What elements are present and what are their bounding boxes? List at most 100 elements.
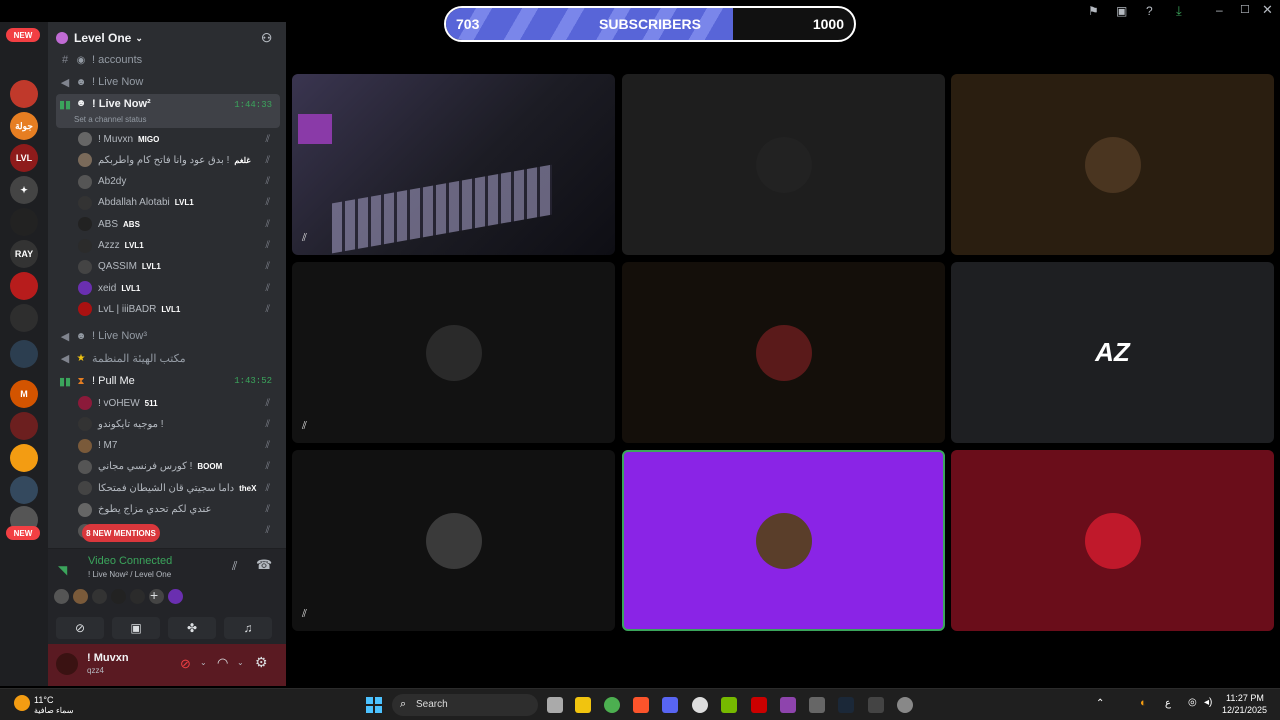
- server-icon[interactable]: M: [10, 380, 38, 408]
- server-icon[interactable]: [10, 412, 38, 440]
- app-icon[interactable]: [780, 697, 796, 713]
- server-icon[interactable]: جولة: [10, 112, 38, 140]
- maximize-icon[interactable]: ☐: [1240, 3, 1250, 16]
- search-input[interactable]: ⌕ Search: [392, 694, 538, 716]
- clock-time[interactable]: 11:27 PM: [1226, 693, 1264, 703]
- discord-icon[interactable]: [662, 697, 678, 713]
- participant-avatar[interactable]: [111, 589, 126, 604]
- chevron-down-icon[interactable]: ⌄: [200, 658, 207, 667]
- steam-icon[interactable]: [838, 697, 854, 713]
- network-icon[interactable]: ◎: [1188, 697, 1197, 708]
- channel-live-now-2[interactable]: ▮▮ ☻ ! Live Now² 1:44:33 Set a channel s…: [56, 94, 280, 128]
- task-view-icon[interactable]: [547, 697, 563, 713]
- voice-user[interactable]: موجيه تايكوندو ! ⫽: [78, 414, 278, 434]
- server-icon[interactable]: LVL: [10, 144, 38, 172]
- video-tile[interactable]: [622, 74, 945, 255]
- username[interactable]: ! Muvxn: [87, 652, 129, 664]
- video-tile[interactable]: [622, 262, 945, 443]
- channel-status-hint[interactable]: Set a channel status: [74, 115, 147, 124]
- video-tile[interactable]: [951, 450, 1274, 631]
- participant-avatar[interactable]: [130, 589, 145, 604]
- weather-icon[interactable]: [14, 695, 30, 711]
- video-tile[interactable]: AZ: [951, 262, 1274, 443]
- video-tile[interactable]: [951, 74, 1274, 255]
- app-icon[interactable]: [897, 697, 913, 713]
- server-icon[interactable]: [10, 208, 38, 236]
- voice-user[interactable]: ! M7 ⫽: [78, 436, 278, 456]
- channel-office[interactable]: ◀ ★ مكتب الهيئة المنظمة: [56, 348, 280, 368]
- server-icon[interactable]: [10, 304, 38, 332]
- voice-location[interactable]: ! Live Now² / Level One: [88, 570, 171, 579]
- gear-icon[interactable]: ⚙: [255, 654, 268, 671]
- help-icon[interactable]: ?: [1146, 4, 1153, 18]
- camera-button[interactable]: ⊘: [56, 617, 104, 639]
- flag-icon[interactable]: ⚑: [1088, 4, 1099, 18]
- video-tile[interactable]: ⫽: [292, 262, 615, 443]
- app-icon[interactable]: [751, 697, 767, 713]
- clock-date[interactable]: 12/21/2025: [1222, 705, 1267, 715]
- voice-user[interactable]: ABS ABS ⫽: [78, 214, 278, 234]
- voice-user[interactable]: QASSIM LVL1 ⫽: [78, 257, 278, 277]
- add-member-icon[interactable]: ⚇: [261, 31, 272, 45]
- server-icon[interactable]: [10, 340, 38, 368]
- voice-user[interactable]: Ab2dy ⫽: [78, 172, 278, 192]
- new-badge[interactable]: NEW: [6, 526, 40, 540]
- voice-user[interactable]: عندي لكم تحدي مزاج يطوخ ⫽: [78, 500, 278, 520]
- participant-avatar[interactable]: [73, 589, 88, 604]
- participant-avatar[interactable]: [92, 589, 107, 604]
- channel-live-now[interactable]: ◀ ☻ ! Live Now: [56, 72, 280, 92]
- voice-user[interactable]: LvL | iiiBADR LVL1 ⫽: [78, 299, 278, 319]
- minimize-icon[interactable]: –: [1216, 3, 1223, 17]
- mic-muted-icon[interactable]: ⊘: [180, 656, 191, 672]
- activities-button[interactable]: ✤: [168, 617, 216, 639]
- server-icon[interactable]: [10, 272, 38, 300]
- video-tile[interactable]: ⫽: [292, 450, 615, 631]
- noise-suppression-icon[interactable]: ⫽: [232, 559, 237, 574]
- soundboard-button[interactable]: ♫: [224, 617, 272, 639]
- app-icon[interactable]: [809, 697, 825, 713]
- server-icon[interactable]: [10, 444, 38, 472]
- video-tile[interactable]: ⫽: [292, 74, 615, 255]
- participant-avatar[interactable]: [54, 589, 69, 604]
- chevron-up-icon[interactable]: ⌃: [1096, 698, 1104, 709]
- channel-live-now-3[interactable]: ◀ ☻ ! Live Now³: [56, 326, 280, 346]
- brave-icon[interactable]: [633, 697, 649, 713]
- voice-user[interactable]: ! vOHEW 511 ⫽: [78, 393, 278, 413]
- server-icon[interactable]: RAY: [10, 240, 38, 268]
- input-language[interactable]: ع: [1165, 698, 1171, 709]
- headphones-icon[interactable]: ◠: [217, 655, 228, 671]
- channel-accounts[interactable]: # ◉ ! accounts: [56, 50, 280, 70]
- windows-start-icon[interactable]: [366, 697, 382, 713]
- nvidia-icon[interactable]: [721, 697, 737, 713]
- server-icon[interactable]: ✦: [10, 176, 38, 204]
- download-icon[interactable]: ⤓: [1176, 3, 1182, 19]
- app-icon[interactable]: [868, 697, 884, 713]
- voice-user[interactable]: Abdallah Alotabi LVL1 ⫽: [78, 193, 278, 213]
- voice-user[interactable]: داما سجيتي قان الشيطان فمتحكا theX ⫽: [78, 478, 278, 498]
- new-badge[interactable]: NEW: [6, 28, 40, 42]
- inbox-icon[interactable]: ▣: [1116, 4, 1127, 18]
- chrome-icon[interactable]: [604, 697, 620, 713]
- channel-pull-me[interactable]: ▮▮ ⧗ ! Pull Me 1:43:52: [56, 371, 280, 391]
- voice-user[interactable]: كورس فرنسي مجاني ! BOOM ⫽: [78, 457, 278, 477]
- obs-icon[interactable]: [692, 697, 708, 713]
- screen-share-button[interactable]: ▣: [112, 617, 160, 639]
- weather-temp[interactable]: 11°C: [34, 695, 53, 705]
- voice-user[interactable]: ! Muvxn MIGO ⫽: [78, 129, 278, 149]
- server-icon[interactable]: [10, 476, 38, 504]
- server-icon[interactable]: [10, 80, 38, 108]
- disconnect-icon[interactable]: ☎: [256, 557, 272, 573]
- avatar[interactable]: [56, 653, 78, 675]
- video-tile[interactable]: [622, 450, 945, 631]
- new-mentions-button[interactable]: 8 NEW MENTIONS: [82, 524, 160, 542]
- volume-icon[interactable]: ◂): [1204, 697, 1212, 708]
- close-icon[interactable]: ✕: [1262, 2, 1273, 18]
- voice-user[interactable]: xeid LVL1 ⫽: [78, 278, 278, 298]
- participant-avatar[interactable]: [168, 589, 183, 604]
- voice-user[interactable]: بدق عود وانا فاتح كام واطربكم ! غلغم ⫽: [78, 150, 278, 170]
- plus-icon[interactable]: +: [150, 587, 158, 603]
- voice-user[interactable]: Azzz LVL1 ⫽: [78, 236, 278, 256]
- file-explorer-icon[interactable]: [575, 697, 591, 713]
- voice-status[interactable]: Video Connected: [88, 555, 172, 567]
- mic-icon[interactable]: ◐: [1140, 697, 1147, 709]
